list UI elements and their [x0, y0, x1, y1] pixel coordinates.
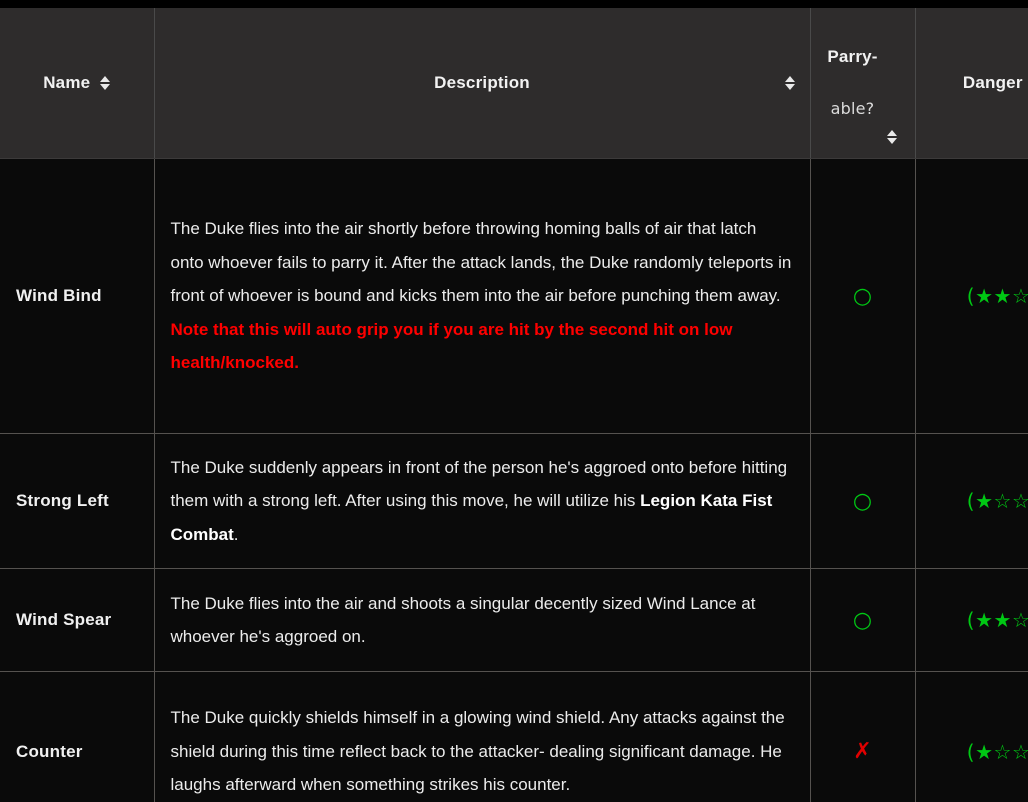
table-scroll-container[interactable]: Name Description Parry- able? Danger Win…: [0, 8, 1028, 802]
column-header-name-label: Name: [43, 72, 91, 92]
column-header-parryable-line1: Parry-: [827, 47, 878, 67]
cell-danger: (★★☆): [915, 568, 1028, 673]
top-strip: [0, 0, 1028, 8]
table-header: Name Description Parry- able? Danger: [0, 8, 1028, 160]
sort-icon-description[interactable]: [785, 72, 796, 94]
table-row: Strong Left The Duke suddenly appears in…: [0, 433, 1028, 570]
parryable-yes-icon: ○: [852, 607, 873, 633]
table-row: Wind Bind The Duke flies into the air sh…: [0, 158, 1028, 435]
sort-icon-parryable[interactable]: [887, 126, 898, 148]
parryable-yes-icon: ○: [852, 283, 873, 309]
table-row: Counter The Duke quickly shields himself…: [0, 671, 1028, 802]
description-text: The Duke flies into the air shortly befo…: [170, 219, 792, 306]
column-header-description-label: Description: [434, 72, 530, 92]
cell-move-description: The Duke quickly shields himself in a gl…: [154, 671, 811, 802]
table-row: Wind Spear The Duke flies into the air a…: [0, 568, 1028, 673]
cell-parryable: ○: [810, 158, 916, 435]
cell-danger: (★☆☆): [915, 433, 1028, 570]
moveset-table: Name Description Parry- able? Danger Win…: [0, 8, 1028, 802]
cell-move-name: Wind Spear: [0, 568, 155, 673]
column-header-danger-label: Danger: [962, 72, 1023, 92]
column-header-description[interactable]: Description: [154, 8, 811, 160]
parryable-no-icon: ✗: [853, 739, 872, 765]
cell-parryable: ○: [810, 433, 916, 570]
column-header-parryable-label: Parry- able?: [827, 18, 877, 148]
cell-move-description: The Duke suddenly appears in front of th…: [154, 433, 811, 570]
cell-move-name: Counter: [0, 671, 155, 802]
cell-move-name: Wind Bind: [0, 158, 155, 435]
column-header-parryable[interactable]: Parry- able?: [810, 8, 916, 160]
page-root: Name Description Parry- able? Danger Win…: [0, 0, 1028, 802]
cell-danger: (★★☆): [915, 158, 1028, 435]
sort-icon-name[interactable]: [99, 72, 110, 94]
header-row: Name Description Parry- able? Danger: [0, 8, 1028, 160]
column-header-parryable-line2: able?: [830, 99, 875, 119]
column-header-danger[interactable]: Danger: [915, 8, 1028, 160]
column-header-name[interactable]: Name: [0, 8, 155, 160]
table-body: Wind Bind The Duke flies into the air sh…: [0, 158, 1028, 802]
description-tail: .: [233, 524, 239, 544]
description-warning-note: Note that this will auto grip you if you…: [170, 319, 733, 373]
cell-move-name: Strong Left: [0, 433, 155, 570]
cell-parryable: ✗: [810, 671, 916, 802]
cell-parryable: ○: [810, 568, 916, 673]
cell-move-description: The Duke flies into the air and shoots a…: [154, 568, 811, 673]
parryable-yes-icon: ○: [852, 488, 873, 514]
cell-danger: (★☆☆): [915, 671, 1028, 802]
cell-move-description: The Duke flies into the air shortly befo…: [154, 158, 811, 435]
